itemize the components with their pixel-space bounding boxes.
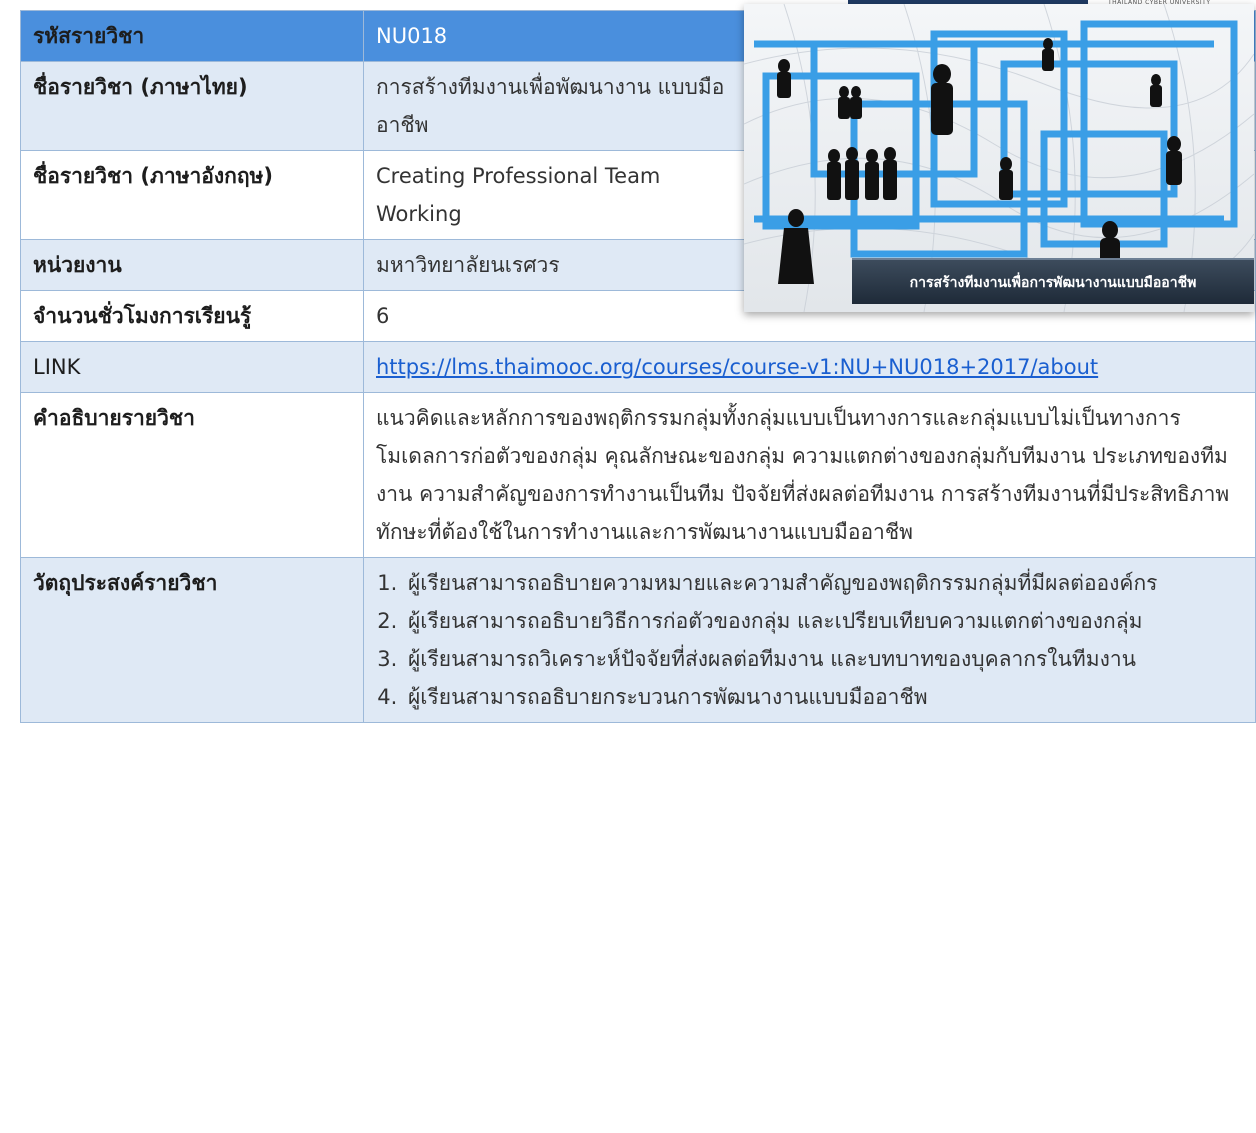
name-th-text: การสร้างทีมงานเพื่อพัฒนางาน แบบมืออาชีพ <box>376 75 725 137</box>
name-en-label: ชื่อรายวิชา (ภาษาอังกฤษ) <box>20 150 364 240</box>
objective-item: ผู้เรียนสามารถอธิบายกระบวนการพัฒนางานแบบ… <box>404 678 1243 716</box>
course-cover-image: การสร้างทีมงานเพื่อการพัฒนางานแบบมืออาชี… <box>744 4 1254 312</box>
cover-illustration: การสร้างทีมงานเพื่อการพัฒนางานแบบมืออาชี… <box>744 4 1254 312</box>
objectives-cell: ผู้เรียนสามารถอธิบายความหมายและความสำคัญ… <box>363 557 1256 723</box>
objective-item: ผู้เรียนสามารถวิเคราะห์ปัจจัยที่ส่งผลต่อ… <box>404 640 1243 678</box>
link-cell: https://lms.thaimooc.org/courses/course-… <box>363 341 1256 393</box>
code-label: รหัสรายวิชา <box>20 10 364 62</box>
objective-item: ผู้เรียนสามารถอธิบายวิธีการก่อตัวของกลุ่… <box>404 602 1243 640</box>
link-label: LINK <box>20 341 364 393</box>
course-link[interactable]: https://lms.thaimooc.org/courses/course-… <box>376 355 1098 379</box>
name-th-label: ชื่อรายวิชา (ภาษาไทย) <box>20 61 364 151</box>
row-desc: คำอธิบายรายวิชา แนวคิดและหลักการของพฤติก… <box>20 392 1256 558</box>
objectives-label: วัตถุประสงค์รายวิชา <box>20 557 364 723</box>
objective-item: ผู้เรียนสามารถอธิบายความหมายและความสำคัญ… <box>404 564 1243 602</box>
objectives-list: ผู้เรียนสามารถอธิบายความหมายและความสำคัญ… <box>376 564 1243 716</box>
row-link: LINK https://lms.thaimooc.org/courses/co… <box>20 341 1256 393</box>
row-objectives: วัตถุประสงค์รายวิชา ผู้เรียนสามารถอธิบาย… <box>20 557 1256 723</box>
unit-label: หน่วยงาน <box>20 239 364 291</box>
desc-label: คำอธิบายรายวิชา <box>20 392 364 558</box>
name-en-text: Creating Professional Team Working <box>376 164 661 226</box>
desc-value: แนวคิดและหลักการของพฤติกรรมกลุ่มทั้งกลุ่… <box>363 392 1256 558</box>
cover-banner-text: การสร้างทีมงานเพื่อการพัฒนางานแบบมืออาชี… <box>910 272 1197 291</box>
hours-label: จำนวนชั่วโมงการเรียนรู้ <box>20 290 364 342</box>
